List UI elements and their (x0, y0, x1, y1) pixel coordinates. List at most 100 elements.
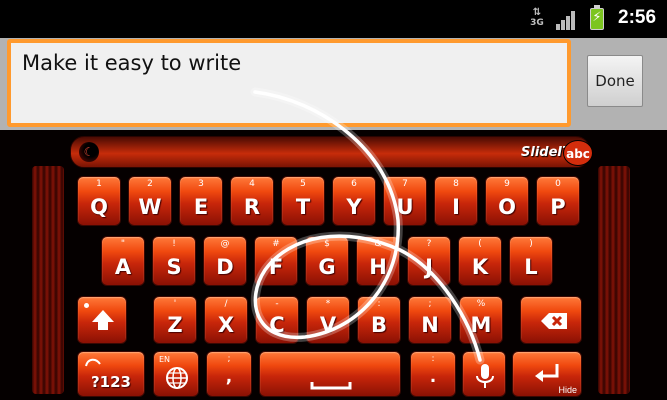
key-p[interactable]: 0P (536, 176, 580, 226)
key-secondary-char: 9 (504, 179, 510, 189)
key-n[interactable]: ; N (408, 296, 452, 344)
key-secondary-char: ) (529, 239, 533, 249)
key-secondary-char: $ (324, 239, 330, 249)
key-h[interactable]: & H (356, 236, 400, 286)
key-e[interactable]: 3E (179, 176, 223, 226)
key-y[interactable]: 6Y (332, 176, 376, 226)
period-key[interactable]: : . (410, 351, 456, 397)
voice-input-key[interactable] (462, 351, 506, 397)
key-label: G (318, 255, 336, 279)
key-label: K (471, 255, 489, 279)
key-label: Y (346, 195, 362, 219)
globe-icon (166, 367, 188, 389)
text-input-area: Make it easy to write Done (0, 38, 667, 130)
key-secondary-char: # (272, 239, 280, 249)
key-w[interactable]: 2W (128, 176, 172, 226)
key-label: R (243, 195, 261, 219)
key-secondary-char: & (374, 239, 382, 249)
status-bar: ⇅ 3G 2:56 (0, 0, 667, 38)
key-i[interactable]: 8I (434, 176, 478, 226)
key-s[interactable]: ! S (152, 236, 196, 286)
keyboard: ☾ SlideIT abc 1Q2W3E4R5T6Y7U8I9O0P " A! S @… (0, 130, 667, 400)
symbols-key[interactable]: ?123 (77, 351, 145, 397)
key-secondary-char: ( (478, 239, 482, 249)
key-label: O (498, 195, 516, 219)
key-label: L (524, 255, 538, 279)
hide-keyboard-label: Hide (558, 385, 577, 395)
key-secondary-char: 0 (555, 179, 561, 189)
key-b[interactable]: :B (357, 296, 401, 344)
key-secondary-char: 4 (249, 179, 255, 189)
key-label: E (193, 195, 209, 219)
key-secondary-char: 2 (147, 179, 153, 189)
key-label: U (396, 195, 414, 219)
enter-key[interactable]: Hide (512, 351, 582, 397)
key-q[interactable]: 1Q (77, 176, 121, 226)
key-m[interactable]: % M (459, 296, 503, 344)
key-secondary-char: " (120, 239, 126, 249)
key-g[interactable]: $ G (305, 236, 349, 286)
key-label: Q (90, 195, 108, 219)
key-label: X (217, 313, 235, 337)
key-secondary-char: 7 (402, 179, 408, 189)
input-text: Make it easy to write (22, 51, 242, 75)
key-secondary-char: % (476, 299, 486, 309)
backspace-icon (541, 313, 567, 329)
brand-badge: abc (563, 140, 593, 166)
right-decoration (598, 166, 630, 394)
shift-arrow-icon (92, 310, 114, 330)
done-button[interactable]: Done (587, 55, 643, 107)
key-o[interactable]: 9O (485, 176, 529, 226)
swipe-icon (85, 358, 101, 367)
key-r[interactable]: 4R (230, 176, 274, 226)
clock: 2:56 (618, 7, 657, 28)
key-secondary-char: / (224, 299, 228, 309)
key-label: H (369, 255, 387, 279)
key-label: D (216, 255, 234, 279)
space-bar[interactable] (259, 351, 401, 397)
key-label: F (268, 255, 284, 279)
key-label: B (370, 313, 387, 337)
key-f[interactable]: # F (254, 236, 298, 286)
keyboard-menu-icon[interactable]: ☾ (79, 142, 99, 162)
key-l[interactable]: ) L (509, 236, 553, 286)
key-d[interactable]: @ D (203, 236, 247, 286)
key-label: C (269, 313, 285, 337)
key-label: W (138, 195, 162, 219)
key-secondary-char: 6 (351, 179, 357, 189)
key-label: Z (167, 313, 183, 337)
key-k[interactable]: (K (458, 236, 502, 286)
key-secondary-char: * (325, 299, 331, 309)
key-a[interactable]: " A (101, 236, 145, 286)
key-j[interactable]: ? J (407, 236, 451, 286)
key-secondary-char: 5 (300, 179, 306, 189)
key-label: N (421, 313, 439, 337)
key-label: T (295, 195, 311, 219)
key-secondary-char: ; (428, 299, 432, 309)
key-secondary-char: 8 (453, 179, 459, 189)
key-label: A (114, 255, 132, 279)
key-t[interactable]: 5T (281, 176, 325, 226)
left-decoration (32, 166, 64, 394)
key-c[interactable]: -C (255, 296, 299, 344)
key-secondary-char: : (377, 299, 381, 309)
space-icon (310, 382, 352, 390)
battery-charging-icon (590, 5, 604, 30)
comma-key[interactable]: ; , (206, 351, 252, 397)
language-key[interactable]: EN (153, 351, 199, 397)
key-secondary-char: 3 (198, 179, 204, 189)
text-input-field[interactable]: Make it easy to write (7, 39, 571, 127)
key-secondary-char: - (275, 299, 279, 309)
key-label: J (425, 255, 433, 279)
key-secondary-char: ? (426, 239, 432, 249)
key-z[interactable]: ' Z (153, 296, 197, 344)
key-label: V (319, 313, 337, 337)
key-v[interactable]: * V (306, 296, 350, 344)
backspace-key[interactable] (520, 296, 582, 344)
key-x[interactable]: / X (204, 296, 248, 344)
shift-key[interactable] (77, 296, 127, 344)
key-secondary-char: 1 (96, 179, 102, 189)
key-u[interactable]: 7U (383, 176, 427, 226)
key-secondary-char: @ (220, 239, 230, 249)
microphone-icon (476, 364, 494, 388)
